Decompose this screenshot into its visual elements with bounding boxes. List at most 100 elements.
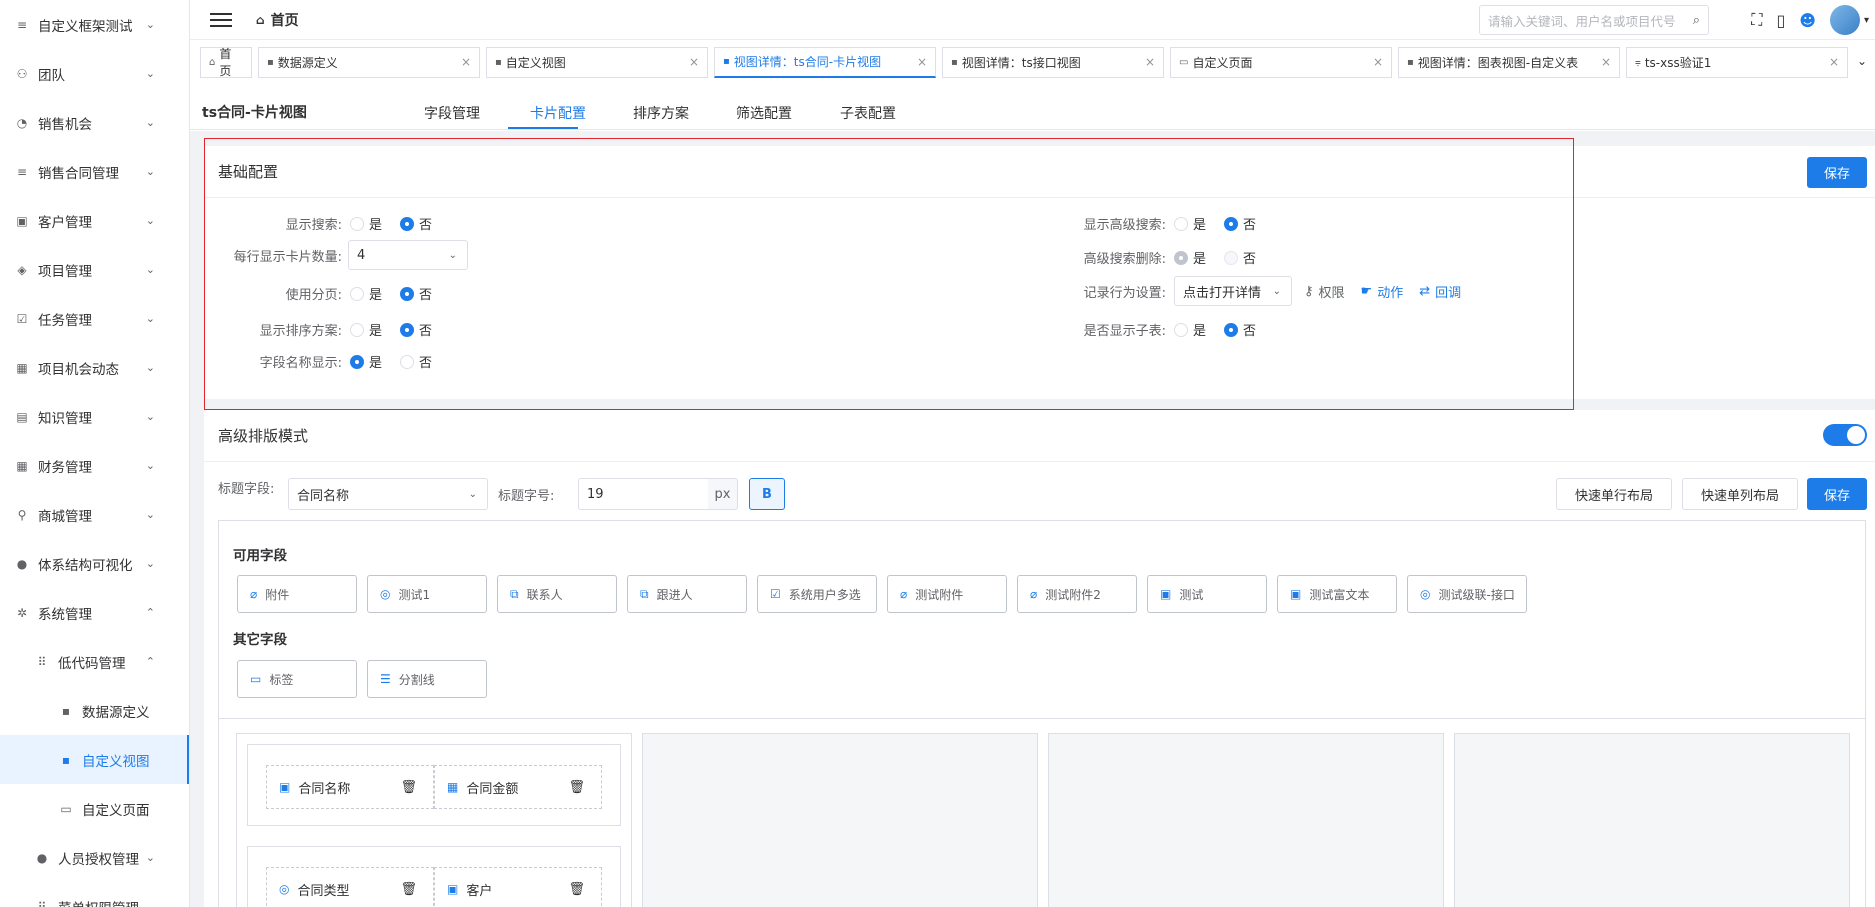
page-tab[interactable]: ▭ 自定义页面 × bbox=[1170, 46, 1392, 78]
close-icon[interactable]: × bbox=[1373, 55, 1383, 69]
tab-sort-scheme[interactable]: 排序方案 bbox=[633, 103, 689, 123]
advanced-save-button[interactable]: 保存 bbox=[1807, 478, 1867, 510]
search-input[interactable]: 请输入关键词、用户名或项目代号 ⌕ bbox=[1479, 5, 1709, 35]
quick-row-layout-button[interactable]: 快速单行布局 bbox=[1556, 478, 1672, 510]
page-tab[interactable]: ⩦ ts-xss验证1 × bbox=[1626, 46, 1848, 78]
trash-icon[interactable]: 🗑 bbox=[400, 780, 417, 795]
field-chip[interactable]: ☑ 系统用户多选 bbox=[757, 575, 877, 613]
sidebar-item-calendar[interactable]: ▦ 项目机会动态 ⌄ bbox=[0, 343, 189, 392]
page-tab[interactable]: ▪ 视图详情：图表视图-自定义表 × bbox=[1398, 46, 1620, 78]
page-tab[interactable]: ▪ 自定义视图 × bbox=[486, 46, 708, 78]
field-chip[interactable]: ⌀ 附件 bbox=[237, 575, 357, 613]
filter-icon: ⩦ bbox=[1635, 56, 1641, 68]
field-name-no[interactable]: 否 bbox=[400, 352, 432, 371]
sidebar-item-datasource[interactable]: ▪ 数据源定义 bbox=[0, 686, 189, 735]
close-icon[interactable]: × bbox=[1145, 55, 1155, 69]
avatar[interactable] bbox=[1829, 5, 1860, 35]
sidebar-item-book[interactable]: ▤ 知识管理 ⌄ bbox=[0, 392, 189, 441]
sidebar-item-menu[interactable]: ≡ 自定义框架测试 ⌄ bbox=[0, 0, 189, 49]
field-chip[interactable]: ▣ 测试富文本 bbox=[1277, 575, 1397, 613]
breadcrumb-home[interactable]: 首页 bbox=[271, 10, 299, 30]
hamburger-menu-icon[interactable] bbox=[210, 9, 232, 31]
sidebar-item-customer[interactable]: ▣ 客户管理 ⌄ bbox=[0, 196, 189, 245]
show-subtable-no[interactable]: 否 bbox=[1224, 320, 1256, 339]
use-paging-yes[interactable]: 是 bbox=[350, 284, 382, 303]
use-paging-no[interactable]: 否 bbox=[400, 284, 432, 303]
card-field[interactable]: ▣ 合同名称 🗑 bbox=[266, 765, 434, 809]
show-sort-yes[interactable]: 是 bbox=[350, 320, 382, 339]
field-chip[interactable]: ⧉ 跟进人 bbox=[627, 575, 747, 613]
close-icon[interactable]: × bbox=[1601, 55, 1611, 69]
sidebar-item-user[interactable]: ● 体系结构可视化 ⌄ bbox=[0, 539, 189, 588]
record-action-select[interactable]: 点击打开详情 ⌄ bbox=[1174, 276, 1292, 306]
close-icon[interactable]: × bbox=[689, 55, 699, 69]
show-subtable-yes[interactable]: 是 bbox=[1174, 320, 1206, 339]
tab-field-management[interactable]: 字段管理 bbox=[424, 103, 480, 123]
sidebar-item-page[interactable]: ▭ 自定义页面 bbox=[0, 784, 189, 833]
card-field[interactable]: ▣ 客户 🗑 bbox=[434, 867, 602, 907]
card-column-4[interactable] bbox=[1454, 733, 1850, 907]
show-sort-no[interactable]: 否 bbox=[400, 320, 432, 339]
trash-icon[interactable]: 🗑 bbox=[400, 882, 417, 897]
card-column-2[interactable] bbox=[642, 733, 1038, 907]
fullscreen-icon[interactable]: ⛶ bbox=[1751, 10, 1762, 30]
sidebar-item-grid[interactable]: ▦ 财务管理 ⌄ bbox=[0, 441, 189, 490]
sidebar-item-label: 销售合同管理 bbox=[38, 165, 119, 182]
field-chip[interactable]: ☰ 分割线 bbox=[367, 660, 487, 698]
advanced-layout-toggle[interactable] bbox=[1823, 424, 1867, 446]
sidebar-item-gear[interactable]: ✲ 系统管理 ⌃ bbox=[0, 588, 189, 637]
card-field[interactable]: ◎ 合同类型 🗑 bbox=[266, 867, 434, 907]
callback-link[interactable]: ⇄ 回调 bbox=[1419, 282, 1461, 301]
tab-subtable-config[interactable]: 子表配置 bbox=[840, 103, 896, 123]
card-field[interactable]: ▦ 合同金额 🗑 bbox=[434, 765, 602, 809]
sidebar-item-task[interactable]: ☑ 任务管理 ⌄ bbox=[0, 294, 189, 343]
page-tab[interactable]: ▪ 视图详情：ts合同-卡片视图 × bbox=[714, 46, 936, 78]
sidebar-item-team[interactable]: ⚇ 团队 ⌄ bbox=[0, 49, 189, 98]
close-icon[interactable]: × bbox=[461, 55, 471, 69]
bold-toggle-button[interactable]: B bbox=[749, 478, 785, 510]
field-chip[interactable]: ⧉ 联系人 bbox=[497, 575, 617, 613]
field-chip[interactable]: ▭ 标签 bbox=[237, 660, 357, 698]
mobile-icon[interactable]: ▯ bbox=[1776, 11, 1785, 30]
tab-filter-config[interactable]: 筛选配置 bbox=[736, 103, 792, 123]
sidebar-item-menu[interactable]: ≡ 销售合同管理 ⌄ bbox=[0, 147, 189, 196]
sidebar-item-pie[interactable]: ◔ 销售机会 ⌄ bbox=[0, 98, 189, 147]
close-icon[interactable]: × bbox=[1829, 55, 1839, 69]
close-icon[interactable]: × bbox=[917, 55, 927, 69]
show-search-yes[interactable]: 是 bbox=[350, 214, 382, 233]
title-size-input[interactable]: 19 bbox=[578, 478, 710, 510]
permission-link[interactable]: ⚷ 权限 bbox=[1304, 282, 1345, 301]
show-adv-search-no[interactable]: 否 bbox=[1224, 214, 1256, 233]
page-tab[interactable]: ⌂ 首页 bbox=[200, 46, 252, 78]
page-tab-label: 视图详情：ts接口视图 bbox=[961, 55, 1081, 70]
field-chip[interactable]: ⌀ 测试附件 bbox=[887, 575, 1007, 613]
field-chip[interactable]: ⌀ 测试附件2 bbox=[1017, 575, 1137, 613]
quick-column-layout-button[interactable]: 快速单列布局 bbox=[1682, 478, 1798, 510]
show-search-no[interactable]: 否 bbox=[400, 214, 432, 233]
cards-per-row-select[interactable]: 4 ⌄ bbox=[348, 240, 468, 270]
trash-icon[interactable]: 🗑 bbox=[568, 882, 585, 897]
trash-icon[interactable]: 🗑 bbox=[568, 780, 585, 795]
card-column-3[interactable] bbox=[1048, 733, 1444, 907]
action-link[interactable]: ☛ 动作 bbox=[1361, 282, 1404, 301]
tab-card-config[interactable]: 卡片配置 bbox=[530, 103, 586, 123]
field-name-yes[interactable]: 是 bbox=[350, 352, 382, 371]
field-chip[interactable]: ▣ 测试 bbox=[1147, 575, 1267, 613]
tabs-more-icon[interactable]: ⌄ bbox=[1857, 54, 1867, 68]
field-chip[interactable]: ◎ 测试1 bbox=[367, 575, 487, 613]
page-tab[interactable]: ▪ 视图详情：ts接口视图 × bbox=[942, 46, 1164, 78]
show-adv-search-yes[interactable]: 是 bbox=[1174, 214, 1206, 233]
robot-icon[interactable]: ☻ bbox=[1799, 11, 1816, 30]
sidebar-item-dots[interactable]: ⠿ 菜单权限管理 bbox=[0, 882, 189, 907]
sidebar-item-shop[interactable]: ⚲ 商城管理 ⌄ bbox=[0, 490, 189, 539]
sidebar-item-layers[interactable]: ◈ 项目管理 ⌄ bbox=[0, 245, 189, 294]
sidebar-item-person[interactable]: ● 人员授权管理 ⌄ bbox=[0, 833, 189, 882]
chevron-down-icon[interactable]: ▾ bbox=[1864, 15, 1869, 26]
field-chip[interactable]: ◎ 测试级联-接口 bbox=[1407, 575, 1527, 613]
search-icon[interactable]: ⌕ bbox=[1693, 13, 1700, 28]
page-tab[interactable]: ▪ 数据源定义 × bbox=[258, 46, 480, 78]
sidebar-item-view[interactable]: ▪ 自定义视图 bbox=[0, 735, 189, 784]
basic-save-button[interactable]: 保存 bbox=[1807, 157, 1867, 188]
title-field-select[interactable]: 合同名称 ⌄ bbox=[288, 478, 488, 510]
sidebar-item-dots[interactable]: ⠿ 低代码管理 ⌃ bbox=[0, 637, 189, 686]
